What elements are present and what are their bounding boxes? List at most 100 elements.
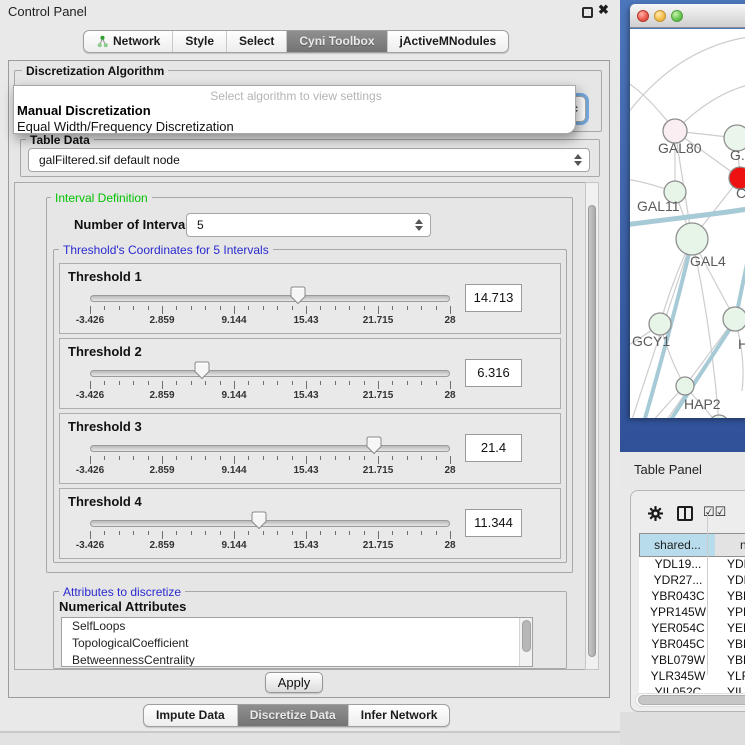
tick-label: 2.859 [149, 465, 174, 476]
tick-mark [205, 456, 206, 460]
bottom-tab-infer-network[interactable]: Infer Network [349, 705, 450, 726]
bottom-tab-label: Infer Network [361, 708, 438, 722]
desktop-strip [0, 733, 620, 745]
attribute-list-item[interactable]: SelfLoops [62, 618, 532, 635]
desktop-background-bottom [620, 712, 745, 745]
traffic-light-minimize-icon[interactable] [654, 10, 666, 22]
table-horizontal-scrollbar[interactable] [635, 693, 745, 707]
tick-mark [306, 531, 307, 539]
table-row[interactable]: YDR27...YDR2... [639, 573, 745, 589]
tab-label: Cyni Toolbox [299, 34, 374, 48]
close-icon[interactable]: ✖ [598, 2, 609, 18]
control-panel-titlebar: Control Panel ✖ [0, 0, 620, 24]
attributes-list-scrollbar[interactable] [519, 618, 532, 666]
numerical-attributes-label: Numerical Attributes [59, 599, 186, 614]
tab-style[interactable]: Style [173, 31, 227, 52]
tick-mark [133, 381, 134, 385]
threshold-value-field[interactable]: 6.316 [465, 359, 522, 387]
tick-mark [378, 306, 379, 314]
tick-mark [349, 531, 350, 535]
tick-mark [306, 306, 307, 314]
apply-button[interactable]: Apply [265, 672, 323, 693]
network-window-titlebar[interactable] [630, 4, 745, 28]
table-data-combobox[interactable]: galFiltered.sif default node [28, 148, 590, 172]
network-canvas[interactable]: GAL80G.CGAL11GAL4GCY1HHAP2 [630, 29, 745, 418]
tick-mark [248, 306, 249, 310]
scrollbar-thumb[interactable] [522, 620, 531, 652]
tick-label: 9.144 [221, 390, 246, 401]
threshold-slider-thumb[interactable] [194, 361, 210, 380]
table-row[interactable]: YDL19...YDL1... [639, 557, 745, 573]
tick-mark [292, 531, 293, 535]
tab-jactivemnodules[interactable]: jActiveMNodules [388, 31, 509, 52]
tick-label: 15.43 [293, 540, 318, 551]
algorithm-dropdown-popup: Select algorithm to view settings Manual… [13, 85, 576, 134]
node-label: G. [730, 147, 745, 163]
column-divider [707, 515, 708, 675]
network-node[interactable] [649, 313, 671, 335]
cell-name: YBR0... [727, 589, 745, 603]
tick-mark [335, 531, 336, 535]
network-node[interactable] [676, 223, 708, 255]
column-header-shared-name[interactable]: shared... [639, 533, 716, 557]
threshold-slider-track[interactable] [90, 370, 450, 377]
table-row[interactable]: YBR043CYBR0... [639, 589, 745, 605]
tick-mark [320, 306, 321, 310]
tab-network[interactable]: Network [84, 31, 173, 52]
table-row[interactable]: YLR345WYLR3... [639, 669, 745, 685]
tick-label: 2.859 [149, 390, 174, 401]
tick-label: 28 [444, 540, 455, 551]
attribute-list-item[interactable]: TopologicalCoefficient [62, 635, 532, 652]
bottom-tab-discretize-data[interactable]: Discretize Data [238, 705, 349, 726]
tick-mark [378, 531, 379, 539]
tick-mark [119, 531, 120, 535]
table-row[interactable]: YPR145WYPR1... [639, 605, 745, 621]
cell-name: YPR1... [727, 605, 745, 619]
control-panel-title: Control Panel [8, 4, 87, 19]
bottom-tab-impute-data[interactable]: Impute Data [144, 705, 238, 726]
scrollbar-thumb[interactable] [638, 695, 745, 705]
threshold-slider-thumb[interactable] [251, 511, 267, 530]
numerical-attributes-list[interactable]: SelfLoopsTopologicalCoefficientBetweenne… [61, 617, 533, 667]
column-header-name[interactable]: n... [715, 533, 745, 557]
threshold-slider-thumb[interactable] [290, 286, 306, 305]
bottom-tab-label: Discretize Data [250, 708, 336, 722]
scrollbar-thumb[interactable] [588, 205, 596, 657]
tick-mark [148, 381, 149, 385]
attribute-list-item[interactable]: BetweennessCentrality [62, 652, 532, 667]
tick-mark [162, 381, 163, 389]
dropdown-option-equal-width[interactable]: Equal Width/Frequency Discretization [14, 119, 575, 134]
tick-mark [277, 381, 278, 385]
table-row[interactable]: YER054CYER0... [639, 621, 745, 637]
threshold-slider-thumb[interactable] [366, 436, 382, 455]
settings-scroll-viewport: Interval Definition Number of Intervals … [14, 182, 585, 670]
traffic-light-close-icon[interactable] [637, 10, 649, 22]
tab-select[interactable]: Select [227, 31, 287, 52]
cell-name: YDL1... [727, 557, 745, 571]
dropdown-placeholder-item[interactable]: Select algorithm to view settings [14, 89, 575, 103]
tick-mark [407, 381, 408, 385]
tick-mark [450, 381, 451, 389]
settings-vertical-scrollbar[interactable] [585, 182, 599, 670]
columns-icon[interactable] [677, 506, 693, 521]
threshold-panel-2: Threshold 2-3.4262.8599.14415.4321.71528… [59, 338, 561, 409]
cell-shared-name: YLR345W [645, 669, 711, 683]
tab-cyni-toolbox[interactable]: Cyni Toolbox [287, 31, 387, 52]
gear-icon[interactable] [647, 505, 664, 522]
float-window-icon[interactable] [582, 7, 593, 18]
number-of-intervals-combobox[interactable]: 5 [186, 213, 431, 237]
network-node[interactable] [676, 377, 694, 395]
network-node[interactable] [723, 307, 745, 331]
dropdown-option-manual-discretization[interactable]: Manual Discretization [14, 103, 575, 118]
threshold-slider-track[interactable] [90, 445, 450, 452]
thresholds-group-label: Threshold's Coordinates for 5 Intervals [59, 243, 273, 257]
threshold-slider-track[interactable] [90, 295, 450, 302]
tick-mark [205, 381, 206, 385]
threshold-value-field[interactable]: 14.713 [465, 284, 522, 312]
threshold-value-field[interactable]: 21.4 [465, 434, 522, 462]
threshold-slider-track[interactable] [90, 520, 450, 527]
traffic-light-zoom-icon[interactable] [671, 10, 683, 22]
table-row[interactable]: YBL079WYBL0... [639, 653, 745, 669]
threshold-value-field[interactable]: 11.344 [465, 509, 522, 537]
table-row[interactable]: YBR045CYBR0... [639, 637, 745, 653]
